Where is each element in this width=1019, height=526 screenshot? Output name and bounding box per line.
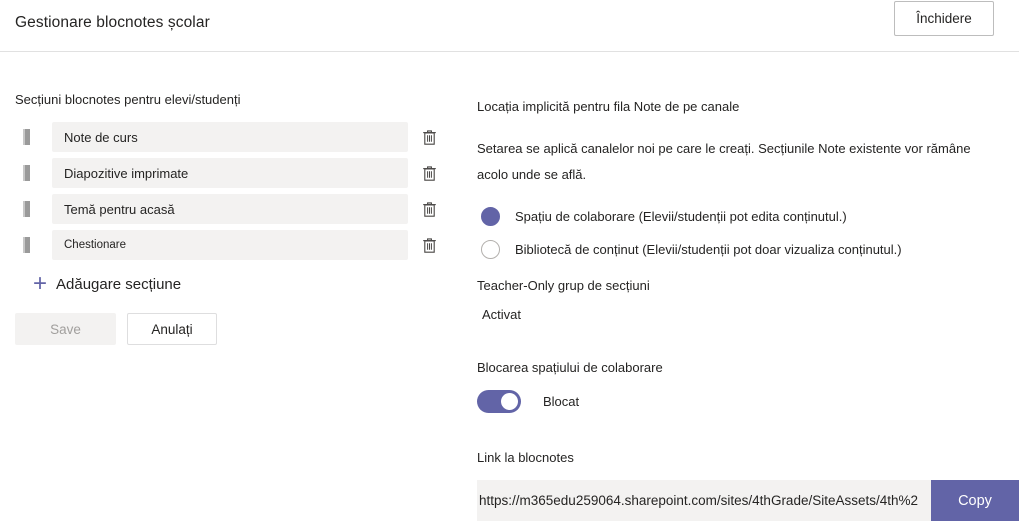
dialog-header: Gestionare blocnotes școlar Închidere <box>0 0 1019 52</box>
trash-icon[interactable] <box>418 125 440 149</box>
drag-handle-icon[interactable] <box>15 122 37 152</box>
settings-panel: Locația implicită pentru fila Note de pe… <box>477 98 1019 521</box>
sections-panel: Secțiuni blocnotes pentru elevi/studenți… <box>15 92 440 345</box>
close-button[interactable]: Închidere <box>894 1 994 36</box>
copy-link-button[interactable]: Copy <box>931 480 1019 521</box>
section-list: Note de curs Diapozitive imprimate Temă pe… <box>15 122 440 260</box>
add-section-label: Adăugare secțiune <box>56 275 182 293</box>
save-button[interactable]: Save <box>15 313 116 345</box>
notebook-link-input[interactable] <box>477 480 931 521</box>
teacher-only-group-value: Activat <box>482 307 522 322</box>
section-name-input[interactable]: Chestionare <box>52 230 408 260</box>
trash-icon[interactable] <box>418 161 440 185</box>
default-location-heading: Locația implicită pentru fila Note de pe… <box>477 99 740 114</box>
default-location-radio-group: Spațiu de colaborare (Elevii/studenții p… <box>477 207 1007 259</box>
sections-panel-label: Secțiuni blocnotes pentru elevi/studenți <box>15 92 241 107</box>
trash-icon[interactable] <box>418 197 440 221</box>
plus-icon: + <box>33 270 48 297</box>
notebook-link-heading: Link la blocnotes <box>477 450 574 465</box>
lock-toggle-row: Blocat <box>477 390 1007 413</box>
trash-icon[interactable] <box>418 233 440 257</box>
radio-option-0[interactable]: Spațiu de colaborare (Elevii/studenții p… <box>477 207 1007 226</box>
section-name-input[interactable]: Diapozitive imprimate <box>52 158 408 188</box>
form-actions: Save Anulați <box>15 313 440 345</box>
section-row: Temă pentru acasă <box>15 194 440 224</box>
manage-notebook-dialog: Gestionare blocnotes școlar Închidere Se… <box>0 0 1019 526</box>
section-row: Diapozitive imprimate <box>15 158 440 188</box>
toggle-knob-icon <box>501 393 518 410</box>
radio-unchecked-icon <box>481 240 500 259</box>
section-row: Chestionare <box>15 230 440 260</box>
notebook-link-row: Copy <box>477 480 1019 521</box>
lock-collaboration-heading: Blocarea spațiului de colaborare <box>477 360 663 375</box>
drag-handle-icon[interactable] <box>15 194 37 224</box>
default-location-description: Setarea se aplică canalelor noi pe care … <box>477 141 971 182</box>
lock-collaboration-block: Blocarea spațiului de colaborare Blocat <box>477 359 1007 413</box>
section-name-input[interactable]: Temă pentru acasă <box>52 194 408 224</box>
radio-option-label: Bibliotecă de conținut (Elevii/studenții… <box>515 242 902 257</box>
lock-toggle-label: Blocat <box>543 394 580 409</box>
radio-option-label: Spațiu de colaborare (Elevii/studenții p… <box>515 209 847 224</box>
page-title: Gestionare blocnotes școlar <box>15 14 210 31</box>
drag-handle-icon[interactable] <box>15 158 37 188</box>
radio-option-1[interactable]: Bibliotecă de conținut (Elevii/studenții… <box>477 240 1007 259</box>
lock-toggle[interactable] <box>477 390 521 413</box>
section-row: Note de curs <box>15 122 440 152</box>
add-section-button[interactable]: + Adăugare secțiune <box>33 270 182 297</box>
notebook-link-block: Link la blocnotes Copy <box>477 449 1019 521</box>
cancel-button[interactable]: Anulați <box>127 313 217 345</box>
drag-handle-icon[interactable] <box>15 230 37 260</box>
radio-checked-icon <box>481 207 500 226</box>
section-name-input[interactable]: Note de curs <box>52 122 408 152</box>
teacher-only-group-block: Teacher-Only grup de secțiuni Activat <box>477 277 1007 322</box>
teacher-only-group-heading: Teacher-Only grup de secțiuni <box>477 278 650 293</box>
